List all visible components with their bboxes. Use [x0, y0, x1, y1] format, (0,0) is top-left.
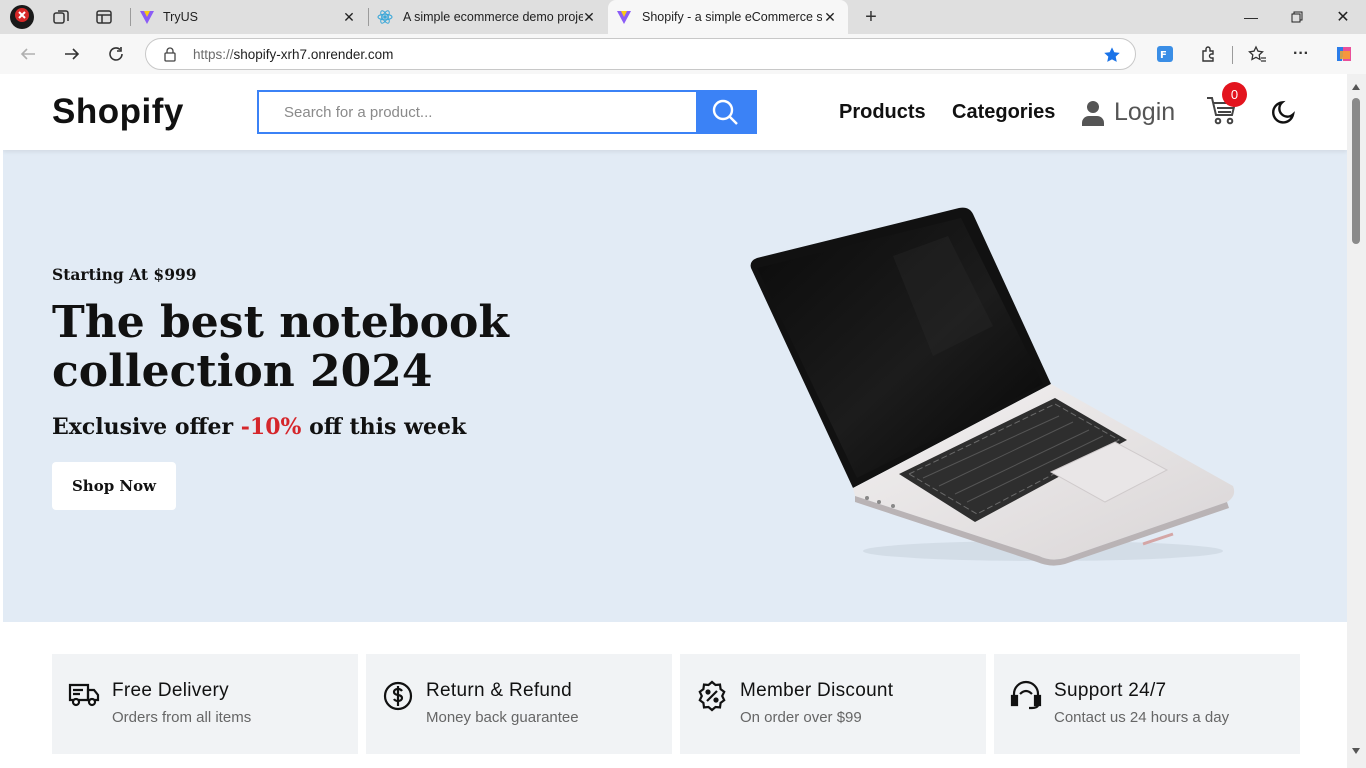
page-scrollbar[interactable]: [1347, 74, 1366, 768]
truck-icon: [68, 683, 100, 707]
back-icon[interactable]: [17, 43, 39, 65]
dollar-icon: [383, 681, 413, 711]
feature-title: Free Delivery: [112, 680, 229, 701]
feature-card: Support 24/7 Contact us 24 hours a day: [994, 654, 1300, 754]
login-label: Login: [1114, 98, 1176, 126]
hero-subtitle: Starting At $999: [52, 265, 197, 284]
hero-title: The best notebook collection 2024: [52, 297, 509, 397]
moon-icon: [1272, 100, 1295, 124]
close-tab-icon[interactable]: ✕: [822, 9, 838, 25]
nav-categories[interactable]: Categories: [952, 101, 1055, 124]
restore-icon[interactable]: [1274, 0, 1320, 34]
hero-banner: Starting At $999 The best notebook colle…: [3, 150, 1347, 622]
login-link[interactable]: Login: [1082, 98, 1175, 127]
laptop-image: [750, 207, 1235, 566]
vite-icon: [616, 9, 632, 25]
svg-text:F: F: [1160, 50, 1167, 61]
tab-title: TryUS: [163, 10, 198, 24]
scroll-up-arrow-icon[interactable]: [1351, 82, 1361, 92]
scroll-thumb[interactable]: [1352, 98, 1360, 244]
browser-tabbar: TryUS ✕ A simple ecommerce demo proje ✕ …: [0, 0, 1366, 34]
url-protocol: https://: [193, 47, 234, 62]
react-icon: [377, 9, 393, 25]
tab-title: A simple ecommerce demo proje: [403, 10, 583, 24]
profile-avatar[interactable]: [8, 4, 36, 30]
tab-tryus[interactable]: TryUS ✕: [131, 0, 367, 34]
discount-icon: [698, 680, 726, 712]
refresh-icon[interactable]: [105, 43, 127, 65]
shop-now-button[interactable]: Shop Now: [52, 462, 176, 510]
close-window-icon[interactable]: ✕: [1320, 0, 1366, 34]
browser-addressbar: https://shopify-xrh7.onrender.com F ···: [0, 34, 1366, 74]
address-bar[interactable]: https://shopify-xrh7.onrender.com: [145, 38, 1136, 70]
site-logo[interactable]: Shopify: [52, 92, 184, 132]
tab-title: Shopify - a simple eCommerce sit: [642, 10, 822, 24]
close-tab-icon[interactable]: ✕: [581, 9, 597, 25]
cart-count-badge: 0: [1222, 82, 1247, 107]
copilot-icon[interactable]: [1333, 43, 1355, 65]
vite-icon: [139, 9, 155, 25]
search-icon: [713, 99, 739, 125]
favorites-icon[interactable]: [1247, 44, 1267, 64]
tab-ecommerce-demo[interactable]: A simple ecommerce demo proje ✕: [369, 0, 607, 34]
theme-toggle[interactable]: [1271, 99, 1297, 130]
headset-icon: [1010, 680, 1042, 710]
feature-card: Return & Refund Money back guarantee: [366, 654, 672, 754]
close-tab-icon[interactable]: ✕: [341, 9, 357, 25]
feature-description: Money back guarantee: [426, 709, 579, 726]
feature-card: Member Discount On order over $99: [680, 654, 986, 754]
feature-description: On order over $99: [740, 709, 862, 726]
scroll-down-arrow-icon[interactable]: [1351, 746, 1361, 756]
site-header: Shopify Products Categories Login 0: [3, 74, 1347, 150]
offer-prefix: Exclusive offer: [52, 414, 241, 440]
feature-title: Member Discount: [740, 680, 894, 701]
tab-actions-icon[interactable]: [93, 7, 115, 27]
minimize-icon[interactable]: —: [1228, 0, 1274, 34]
url-host: shopify-xrh7.onrender.com: [233, 47, 394, 62]
new-tab-icon[interactable]: +: [860, 6, 882, 28]
workspaces-icon[interactable]: [50, 7, 72, 27]
more-menu-icon[interactable]: ···: [1291, 44, 1311, 64]
feature-description: Orders from all items: [112, 709, 252, 726]
url-text[interactable]: https://shopify-xrh7.onrender.com: [193, 47, 393, 62]
feature-card: Free Delivery Orders from all items: [52, 654, 358, 754]
tab-shopify-active[interactable]: Shopify - a simple eCommerce sit ✕: [608, 0, 848, 34]
user-icon: [1082, 100, 1104, 126]
search-input[interactable]: [259, 92, 696, 132]
search-button[interactable]: [695, 90, 755, 134]
search-bar: [257, 90, 757, 134]
extensions-icon[interactable]: [1199, 44, 1219, 64]
page-viewport: Shopify Products Categories Login 0 Star…: [3, 74, 1347, 768]
offer-percent: -10%: [240, 414, 302, 440]
hero-offer: Exclusive offer -10% off this week: [52, 414, 466, 440]
features-section: Free Delivery Orders from all items Retu…: [3, 622, 1347, 768]
feature-title: Return & Refund: [426, 680, 573, 701]
feature-description: Contact us 24 hours a day: [1054, 709, 1230, 726]
feature-title: Support 24/7: [1054, 680, 1167, 701]
offer-suffix: off this week: [301, 414, 467, 440]
nav-products[interactable]: Products: [839, 101, 926, 124]
forward-icon[interactable]: [61, 43, 83, 65]
lock-icon[interactable]: [162, 46, 178, 62]
favorite-star-icon[interactable]: [1102, 45, 1122, 65]
extension-f-icon[interactable]: F: [1155, 44, 1175, 64]
